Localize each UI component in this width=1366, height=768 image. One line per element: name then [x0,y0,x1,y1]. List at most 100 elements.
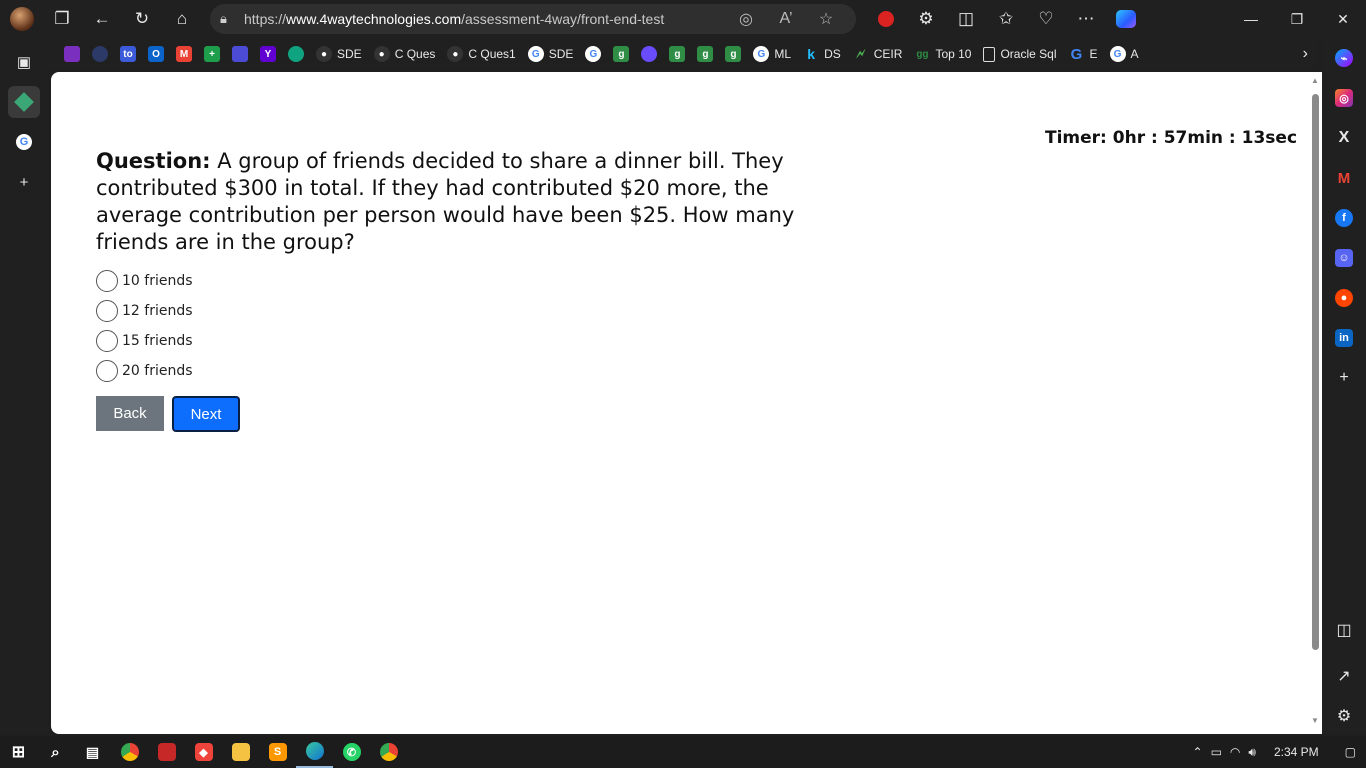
chrome-profile-icon[interactable] [370,736,407,768]
address-bar[interactable]: 🔒︎ https://www.4waytechnologies.com/asse… [210,4,856,34]
reddit-icon[interactable]: ● [1322,278,1366,318]
back-arrow-icon[interactable]: ← [82,0,122,38]
favorite-purple-app[interactable] [60,42,84,66]
radio-button[interactable] [96,300,118,322]
favorite-gfg-3[interactable]: g [693,42,717,66]
favorite-top10[interactable]: gg Top 10 [910,42,975,66]
favorites-icon[interactable]: ✩ [986,0,1026,38]
favorites-overflow-chevron-icon[interactable]: › [1303,45,1308,63]
read-aloud-icon[interactable]: A’ [766,10,806,28]
new-tab-plus-icon[interactable]: + [8,166,40,198]
location-icon[interactable]: ◎ [726,9,766,29]
tray-chevron-up-icon[interactable]: ⌃ [1193,745,1203,759]
sublime-text-icon[interactable]: S [259,736,296,768]
favorite-to[interactable]: to [116,42,140,66]
active-tab-favicon-icon[interactable] [8,86,40,118]
profile-avatar[interactable] [10,7,34,31]
answer-option[interactable]: 15 friends [96,326,193,356]
google-tab-icon[interactable]: G [8,126,40,158]
favorite-sde-github[interactable]: ● SDE [312,42,366,66]
whatsapp-icon[interactable]: ✆ [333,736,370,768]
edge-icon[interactable] [296,736,333,768]
copilot-icon[interactable] [1106,0,1146,38]
lock-icon[interactable]: 🔒︎ [220,11,244,27]
favorite-gfg[interactable]: g [609,42,633,66]
dark-circle-icon [92,46,108,62]
scroll-down-arrow-icon[interactable]: ▼ [1311,716,1319,725]
restore-icon[interactable]: ❐ [1274,0,1320,38]
linkedin-icon[interactable]: in [1322,318,1366,358]
minimize-icon[interactable]: — [1228,0,1274,38]
answer-option[interactable]: 10 friends [96,266,193,296]
kaggle-icon: k [807,46,815,62]
timer: Timer: 0hr : 57min : 13sec [1045,128,1298,148]
search-icon[interactable]: ⌕ [37,736,74,768]
clock[interactable]: 2:34 PM [1274,745,1319,759]
x-twitter-icon[interactable]: X [1322,118,1366,158]
answer-option[interactable]: 20 friends [96,356,193,386]
favorite-stack[interactable] [228,42,252,66]
notifications-icon[interactable]: ▢ [1345,745,1356,759]
workspaces-icon[interactable]: ❐ [42,0,82,38]
favorite-gmail[interactable]: M [172,42,196,66]
split-screen-icon[interactable]: ◫ [946,0,986,38]
favorite-ceir[interactable]: 🗲︎ CEIR [849,42,907,66]
open-external-icon[interactable]: ↗ [1322,656,1366,696]
messenger-icon[interactable]: ⌁ [1322,38,1366,78]
favorite-ml[interactable]: G ML [749,42,795,66]
favorite-star-icon[interactable]: ☆ [806,9,846,29]
task-view-icon[interactable]: ▤ [74,736,111,768]
favorite-label: E [1089,47,1098,61]
anydesk-icon[interactable]: ◆ [185,736,222,768]
wifi-icon[interactable]: ◠ [1230,745,1240,759]
more-menu-icon[interactable]: ⋯ [1066,0,1106,38]
favorite-sde-google[interactable]: G SDE [524,42,578,66]
back-button[interactable]: Back [96,396,164,431]
sidebar-settings-gear-icon[interactable]: ⚙ [1322,696,1366,736]
answer-option[interactable]: 12 friends [96,296,193,326]
favorite-leetcode[interactable] [637,42,661,66]
browser-essentials-icon[interactable]: ♡ [1026,0,1066,38]
scrollbar-thumb[interactable] [1312,94,1319,650]
facebook-icon[interactable]: f [1322,198,1366,238]
extensions-icon[interactable]: ⚙ [906,0,946,38]
hide-sidebar-icon[interactable]: ◫ [1322,610,1366,650]
favorite-gfg-2[interactable]: g [665,42,689,66]
favorite-google[interactable]: G [581,42,605,66]
radio-button[interactable] [96,360,118,382]
home-icon[interactable]: ⌂ [162,0,202,38]
favorite-sheets[interactable]: + [200,42,224,66]
favorite-cques1-github[interactable]: ● C Ques1 [443,42,519,66]
tab-actions-icon[interactable]: ▣ [8,46,40,78]
favorite-ds[interactable]: k DS [799,42,845,66]
radio-button[interactable] [96,330,118,352]
favorite-chatgpt[interactable] [284,42,308,66]
favorite-gfg-4[interactable]: g [721,42,745,66]
option-label: 15 friends [122,333,193,349]
url-text[interactable]: https://www.4waytechnologies.com/assessm… [244,11,726,27]
chrome-icon[interactable] [111,736,148,768]
windows-start-icon[interactable]: ⊞ [0,736,37,768]
next-button[interactable]: Next [172,396,240,432]
discord-icon[interactable]: ☺ [1322,238,1366,278]
radio-button[interactable] [96,270,118,292]
extension-red-icon[interactable] [866,0,906,38]
favorite-dark-circle[interactable] [88,42,112,66]
file-explorer-icon[interactable] [222,736,259,768]
favorite-oracle-sql[interactable]: Oracle Sql [979,42,1060,66]
app-red-cube-icon[interactable] [148,736,185,768]
favorite-outlook[interactable]: O [144,42,168,66]
volume-icon[interactable]: 🔊︎ [1248,745,1256,760]
favorite-cques-github[interactable]: ● C Ques [370,42,440,66]
scroll-up-arrow-icon[interactable]: ▲ [1311,76,1319,85]
instagram-icon[interactable]: ◎ [1322,78,1366,118]
add-sidebar-app-plus-icon[interactable]: + [1322,358,1366,398]
battery-icon[interactable]: ▭ [1211,745,1222,759]
favorite-yahoo[interactable]: Y [256,42,280,66]
refresh-icon[interactable]: ↻ [122,0,162,38]
close-icon[interactable]: ✕ [1320,0,1366,38]
favorite-e[interactable]: GE [1065,42,1102,66]
vertical-scrollbar[interactable]: ▲ ▼ [1308,72,1322,734]
gmail-icon[interactable]: M [1322,158,1366,198]
favorite-a[interactable]: GA [1106,42,1143,66]
